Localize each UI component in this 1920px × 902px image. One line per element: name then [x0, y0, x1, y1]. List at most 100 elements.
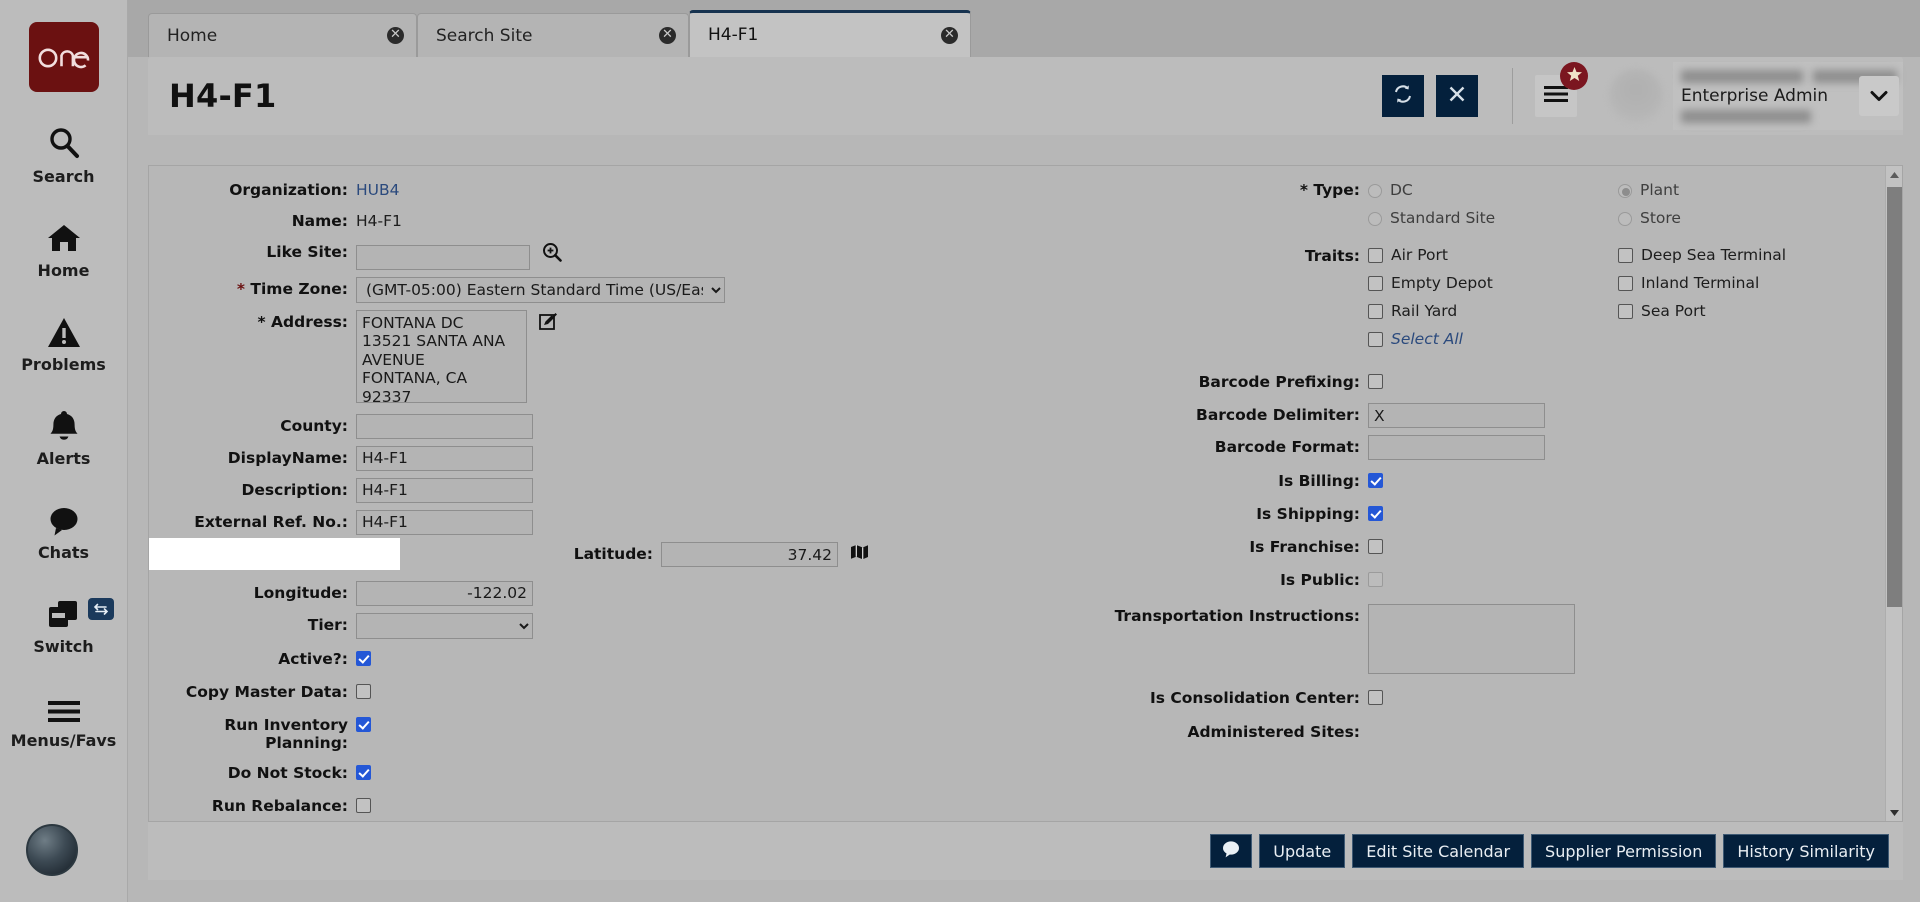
active-checkbox[interactable] [356, 650, 371, 666]
sidebar-item-switch[interactable]: Switch [0, 590, 127, 656]
close-icon[interactable]: ✕ [387, 27, 404, 44]
latitude-input[interactable] [661, 542, 838, 567]
type-label-text: Store [1640, 209, 1681, 227]
switch-badge-icon[interactable] [88, 598, 114, 620]
trait-inland-terminal-checkbox[interactable] [1618, 276, 1633, 291]
tier-select[interactable] [356, 612, 533, 639]
longitude-label: Longitude: [253, 583, 348, 602]
type-dc-radio[interactable] [1368, 184, 1382, 198]
is-shipping-label: Is Shipping: [1256, 505, 1360, 523]
sidebar-item-chats[interactable]: Chats [0, 496, 127, 562]
trait-rail-yard-checkbox[interactable] [1368, 304, 1383, 319]
trait-empty-depot[interactable]: Empty Depot [1368, 272, 1618, 292]
address-textarea[interactable] [356, 309, 527, 403]
trait-sea-port-checkbox[interactable] [1618, 304, 1633, 319]
run-rebalance-checkbox[interactable] [356, 797, 371, 813]
scroll-down-arrow[interactable] [1886, 804, 1902, 821]
do-not-stock-checkbox[interactable] [356, 764, 371, 780]
is-billing-checkbox[interactable] [1368, 473, 1383, 488]
scrollbar-thumb[interactable] [1887, 187, 1902, 607]
displayname-input[interactable] [356, 445, 533, 471]
assistant-orb-button[interactable] [26, 824, 78, 876]
avatar[interactable] [1609, 69, 1663, 123]
time-zone-label: ** Time Zone: Time Zone: [236, 279, 348, 298]
trait-select-all[interactable]: Select All [1368, 328, 1618, 348]
organization-value[interactable]: HUB4 [356, 178, 400, 199]
sidebar: Search Home Problems Alerts Chats Switch [0, 0, 128, 902]
type-plant-radio[interactable] [1618, 184, 1632, 198]
user-menu-chevron[interactable] [1859, 76, 1899, 116]
trait-empty-depot-checkbox[interactable] [1368, 276, 1383, 291]
county-input[interactable] [356, 413, 533, 439]
trait-sea-port[interactable]: Sea Port [1618, 300, 1786, 320]
description-input[interactable] [356, 477, 533, 503]
type-plant[interactable]: Plant [1618, 179, 1681, 199]
edit-site-calendar-button[interactable]: Edit Site Calendar [1352, 834, 1525, 868]
tab-home[interactable]: Home ✕ [148, 13, 417, 57]
field-external-ref: External Ref. No.: [149, 509, 1109, 535]
type-store[interactable]: Store [1618, 207, 1681, 227]
trait-label: Deep Sea Terminal [1641, 246, 1787, 264]
trait-select-all-checkbox[interactable] [1368, 332, 1383, 347]
map-icon[interactable] [850, 544, 869, 564]
field-is-shipping: Is Shipping: [1109, 502, 1902, 526]
sidebar-item-label: Home [37, 261, 90, 280]
type-dc[interactable]: DC [1368, 179, 1618, 199]
trait-select-all-label[interactable]: Select All [1391, 328, 1463, 348]
is-consolidation-center-label: Is Consolidation Center: [1150, 689, 1360, 707]
user-menu[interactable]: Enterprise Admin [1673, 62, 1903, 130]
trait-air-port[interactable]: Air Port [1368, 244, 1618, 264]
like-site-input[interactable] [356, 244, 530, 270]
trait-inland-terminal[interactable]: Inland Terminal [1618, 272, 1786, 292]
is-public-checkbox [1368, 572, 1383, 587]
type-standard-site-radio[interactable] [1368, 212, 1382, 226]
form-right-column: * Type: DC Standard Site Plant Store Tra… [1109, 166, 1902, 821]
copy-master-data-checkbox[interactable] [356, 683, 371, 699]
barcode-delimiter-input[interactable] [1368, 403, 1545, 428]
barcode-format-input[interactable] [1368, 435, 1545, 460]
external-ref-input[interactable] [356, 509, 533, 535]
barcode-prefixing-checkbox[interactable] [1368, 374, 1383, 389]
barcode-prefixing-label: Barcode Prefixing: [1198, 373, 1360, 391]
time-zone-select[interactable]: (GMT-05:00) Eastern Standard Time (US/Ea… [356, 276, 725, 303]
trait-deep-sea-terminal-checkbox[interactable] [1618, 248, 1633, 263]
sidebar-item-label: Switch [33, 637, 94, 656]
sidebar-item-menus-favs[interactable]: Menus/Favs [0, 684, 127, 750]
refresh-button[interactable] [1382, 75, 1424, 117]
trait-air-port-checkbox[interactable] [1368, 248, 1383, 263]
favorites-badge[interactable] [1560, 62, 1588, 90]
longitude-input[interactable] [356, 580, 533, 606]
tab-h4-f1[interactable]: H4-F1 ✕ [689, 10, 971, 57]
address-label: * Address: [257, 312, 349, 331]
type-store-radio[interactable] [1618, 212, 1632, 226]
type-standard-site[interactable]: Standard Site [1368, 207, 1618, 227]
trait-rail-yard[interactable]: Rail Yard [1368, 300, 1618, 320]
sidebar-item-problems[interactable]: Problems [0, 308, 127, 374]
is-consolidation-center-checkbox[interactable] [1368, 690, 1383, 705]
field-address: * Address: [149, 309, 1109, 407]
history-similarity-button[interactable]: History Similarity [1723, 834, 1889, 868]
run-inventory-planning-checkbox[interactable] [356, 716, 371, 732]
close-icon[interactable]: ✕ [941, 26, 958, 44]
close-page-button[interactable] [1436, 75, 1478, 117]
update-button[interactable]: Update [1259, 834, 1346, 868]
sidebar-item-label: Search [32, 167, 95, 186]
search-plus-icon[interactable] [542, 242, 562, 266]
close-icon[interactable]: ✕ [659, 27, 676, 44]
sidebar-item-search[interactable]: Search [0, 120, 127, 186]
panel-scrollbar[interactable] [1885, 166, 1902, 821]
type-label-text: Standard Site [1390, 209, 1496, 227]
edit-pencil-icon[interactable] [539, 312, 558, 334]
is-franchise-checkbox[interactable] [1368, 539, 1383, 554]
supplier-permission-button[interactable]: Supplier Permission [1531, 834, 1717, 868]
sidebar-item-alerts[interactable]: Alerts [0, 402, 127, 468]
scroll-up-arrow[interactable] [1886, 166, 1902, 183]
is-billing-label: Is Billing: [1278, 472, 1360, 490]
is-shipping-checkbox[interactable] [1368, 506, 1383, 521]
trait-deep-sea-terminal[interactable]: Deep Sea Terminal [1618, 244, 1786, 264]
comment-button[interactable] [1210, 834, 1253, 868]
sidebar-item-home[interactable]: Home [0, 214, 127, 280]
app-logo[interactable] [28, 22, 99, 92]
tab-search-site[interactable]: Search Site ✕ [417, 13, 689, 57]
transportation-instructions-textarea[interactable] [1368, 604, 1575, 674]
